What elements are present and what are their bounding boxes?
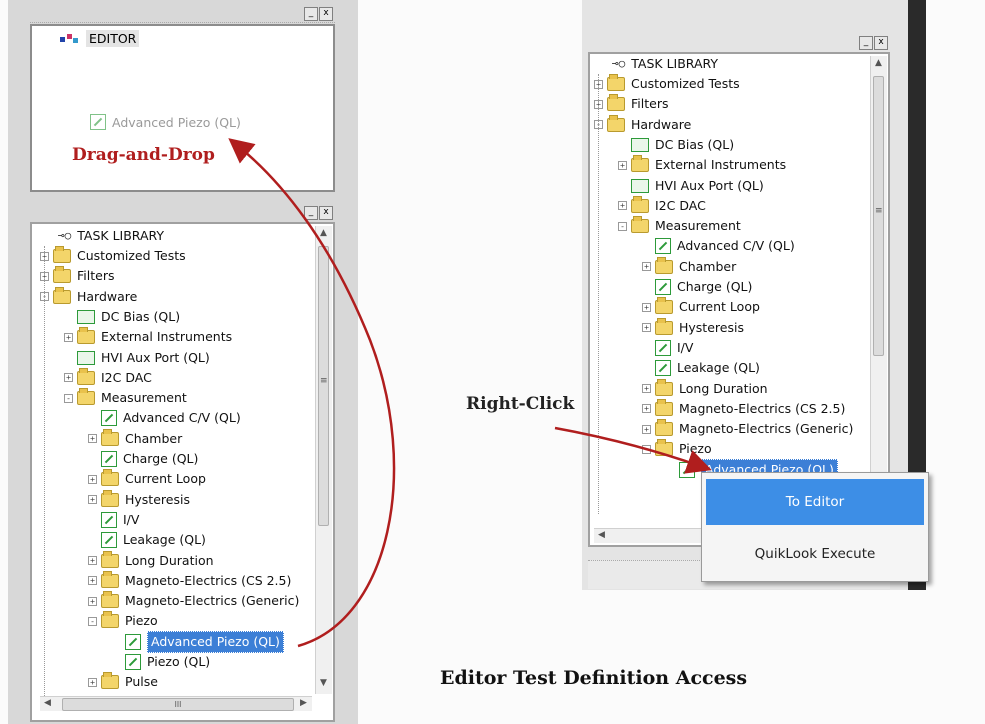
right-click-arrow: [554, 426, 712, 474]
drag-arrow: [228, 138, 396, 648]
annotation-arrows: [228, 138, 712, 648]
